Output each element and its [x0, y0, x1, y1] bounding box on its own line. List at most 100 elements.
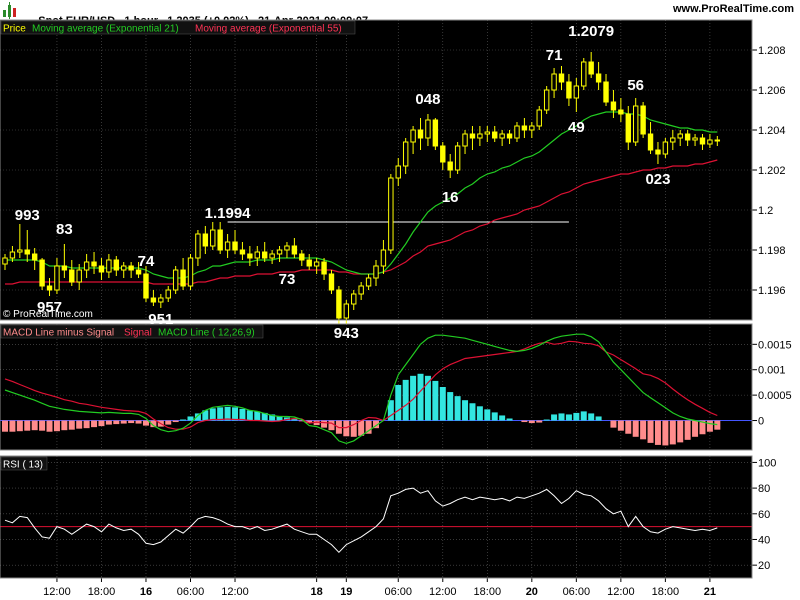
- candle-body-up: [514, 125, 520, 139]
- price-annotation: 023: [645, 171, 670, 188]
- y-tick-label: 0: [758, 416, 764, 428]
- candle-body-down: [143, 273, 149, 299]
- candle-body-up: [670, 137, 676, 143]
- histogram-bar-negative: [706, 420, 713, 432]
- rsi-panel: [0, 456, 752, 578]
- candle-body-up: [9, 251, 16, 259]
- candle-body-up: [121, 265, 127, 271]
- candle-body-down: [566, 81, 572, 99]
- candle-body-up: [269, 253, 275, 259]
- rsi-legend: RSI ( 13): [0, 456, 48, 471]
- candle-body-up: [425, 119, 431, 139]
- x-tick-label: 18:00: [652, 586, 680, 598]
- x-tick-label: 16: [140, 586, 152, 598]
- histogram-bar-negative: [16, 420, 23, 432]
- y-tick-label: 1.198: [758, 245, 786, 257]
- x-tick-label: 21: [704, 586, 716, 598]
- legend-ema55: Moving average (Exponential 55): [195, 24, 342, 35]
- histogram-bar-negative: [172, 420, 179, 423]
- legend-macd-hist: MACD Line minus Signal: [3, 328, 114, 339]
- candle-body-up: [529, 125, 535, 131]
- x-tick-label: 18: [311, 586, 323, 598]
- macd-panel: [0, 324, 752, 450]
- histogram-bar-negative: [46, 420, 53, 432]
- macd-legend: MACD Line minus Signal Signal MACD Line …: [0, 324, 264, 339]
- candle-body-up: [158, 297, 164, 303]
- candle-body-down: [262, 251, 268, 259]
- histogram-bar-negative: [76, 420, 83, 429]
- candle-body-up: [106, 259, 112, 273]
- candle-body-up: [343, 303, 350, 319]
- candle-body-down: [150, 297, 157, 303]
- y-tick-label: 0.001: [758, 365, 786, 377]
- candle-body-up: [551, 73, 557, 91]
- candle-body-down: [417, 129, 424, 139]
- price-legend: Price Moving average (Exponential 21) Mo…: [0, 20, 356, 35]
- candle-body-up: [83, 261, 90, 271]
- candle-body-down: [336, 289, 342, 319]
- histogram-bar-positive: [402, 379, 409, 421]
- x-tick-label: 06:00: [563, 586, 591, 598]
- candle-body-down: [699, 137, 706, 145]
- candle-body-up: [254, 251, 260, 259]
- candle-body-down: [640, 105, 646, 135]
- y-tick-label: 1.2: [758, 205, 773, 217]
- y-tick-label: 1.204: [758, 125, 786, 137]
- legend-price: Price: [3, 24, 26, 35]
- candle-body-up: [17, 249, 23, 253]
- histogram-bar-positive: [558, 413, 565, 421]
- candle-body-down: [39, 259, 45, 287]
- candle-body-up: [54, 265, 60, 291]
- legend-ema21: Moving average (Exponential 21): [32, 24, 179, 35]
- histogram-bar-positive: [595, 416, 602, 421]
- histogram-bar-negative: [610, 420, 617, 428]
- histogram-bar-negative: [684, 420, 691, 440]
- histogram-bar-positive: [246, 410, 253, 421]
- histogram-bar-negative: [113, 420, 120, 425]
- candle-body-up: [402, 141, 409, 167]
- x-tick-label: 12:00: [221, 586, 249, 598]
- histogram-bar-positive: [187, 416, 194, 421]
- histogram-bar-positive: [410, 375, 417, 421]
- candle-body-down: [618, 109, 624, 115]
- histogram-bar-positive: [462, 400, 469, 421]
- histogram-bar-negative: [9, 420, 16, 432]
- histogram-bar-negative: [677, 420, 684, 443]
- candle-body-down: [306, 259, 312, 267]
- candle-body-down: [440, 145, 446, 163]
- candle-body-up: [484, 131, 491, 135]
- y-tick-label: 20: [758, 560, 770, 572]
- price-annotation: 56: [627, 77, 644, 94]
- candle-body-up: [462, 133, 468, 147]
- candle-body-down: [521, 125, 528, 131]
- candle-body-up: [358, 285, 364, 295]
- histogram-bar-negative: [24, 420, 31, 431]
- histogram-bar-negative: [39, 420, 46, 431]
- histogram-bar-negative: [654, 420, 661, 445]
- candle-body-up: [714, 139, 721, 142]
- chart-canvas: 12:00 18:00 16 06:00 12:00 18 19 06:00 12:00 18:0…: [0, 19, 800, 600]
- histogram-bar-positive: [454, 396, 461, 421]
- candle-body-down: [61, 265, 68, 271]
- histogram-bar-positive: [499, 415, 506, 421]
- candle-body-down: [98, 265, 105, 273]
- x-tick-label: 20: [526, 586, 538, 598]
- candle-body-up: [195, 233, 201, 259]
- price-annotation: 1.1994: [205, 205, 252, 222]
- candle-body-up: [380, 249, 387, 267]
- histogram-bar-negative: [625, 420, 632, 434]
- histogram-bar-positive: [543, 419, 550, 421]
- histogram-bar-negative: [662, 420, 669, 446]
- x-tick-label: 19: [340, 586, 352, 598]
- x-tick-label: 12:00: [607, 586, 635, 598]
- candle-body-up: [499, 133, 505, 139]
- histogram-bar-positive: [232, 407, 239, 421]
- candle-body-down: [31, 253, 38, 261]
- candle-body-down: [655, 149, 661, 155]
- candle-body-down: [24, 249, 30, 255]
- candle-body-down: [469, 133, 476, 139]
- candle-body-up: [187, 257, 194, 287]
- y-tick-label: 100: [758, 457, 776, 469]
- candle-body-up: [373, 265, 379, 279]
- histogram-bar-negative: [98, 420, 105, 427]
